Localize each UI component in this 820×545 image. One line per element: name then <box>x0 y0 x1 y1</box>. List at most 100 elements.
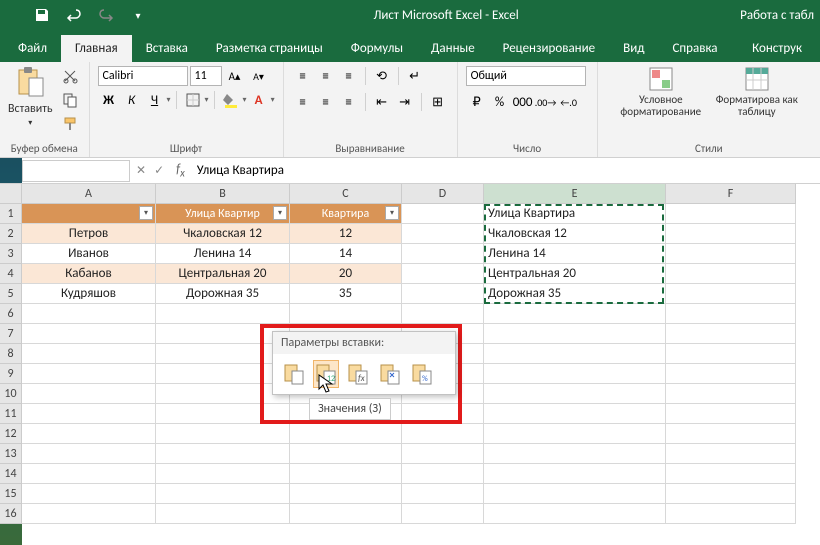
cell[interactable]: Квартира▾ <box>290 204 402 224</box>
borders-icon[interactable] <box>182 90 204 110</box>
cell[interactable] <box>290 504 402 524</box>
comma-style-icon[interactable]: 000 <box>512 92 534 112</box>
font-size-select[interactable] <box>190 66 222 86</box>
paste-all-icon[interactable] <box>281 360 307 388</box>
increase-decimal-icon[interactable]: .00→ <box>535 92 557 112</box>
cell[interactable] <box>156 404 290 424</box>
column-header[interactable]: E <box>484 184 666 204</box>
cell[interactable] <box>156 364 290 384</box>
tab-view[interactable]: Вид <box>609 35 658 62</box>
tab-insert[interactable]: Вставка <box>132 35 202 62</box>
column-header[interactable]: A <box>22 184 156 204</box>
cell[interactable] <box>402 484 484 504</box>
cell[interactable] <box>156 424 290 444</box>
font-name-select[interactable] <box>98 66 188 86</box>
row-header[interactable]: 1 <box>0 204 22 224</box>
cell[interactable] <box>290 444 402 464</box>
row-header[interactable]: 10 <box>0 384 22 404</box>
column-header[interactable]: C <box>290 184 402 204</box>
tab-review[interactable]: Рецензирование <box>489 35 609 62</box>
cell[interactable] <box>402 304 484 324</box>
cancel-formula-icon[interactable]: ✕ <box>136 163 146 178</box>
cell[interactable]: Кабанов <box>22 264 156 284</box>
cell[interactable] <box>484 324 666 344</box>
cell[interactable] <box>156 444 290 464</box>
decrease-decimal-icon[interactable]: ←.0 <box>558 92 580 112</box>
cell[interactable] <box>22 344 156 364</box>
cell[interactable] <box>666 484 796 504</box>
format-painter-icon[interactable] <box>59 114 81 134</box>
row-header[interactable]: 4 <box>0 264 22 284</box>
cell[interactable] <box>666 264 796 284</box>
cell[interactable] <box>484 404 666 424</box>
cell[interactable]: Улица Квартир▾ <box>156 204 290 224</box>
row-header[interactable]: 13 <box>0 444 22 464</box>
row-header[interactable]: 11 <box>0 404 22 424</box>
cell[interactable] <box>484 364 666 384</box>
undo-icon[interactable] <box>60 3 88 27</box>
merge-cells-icon[interactable]: ⊞ <box>427 92 449 112</box>
redo-icon[interactable] <box>92 3 120 27</box>
percent-icon[interactable]: % <box>489 92 511 112</box>
cell[interactable] <box>666 204 796 224</box>
tab-design[interactable]: Конструк <box>738 35 816 62</box>
tab-data[interactable]: Данные <box>417 35 489 62</box>
cell[interactable]: 20 <box>290 264 402 284</box>
cell[interactable] <box>666 424 796 444</box>
paste-transpose-icon[interactable] <box>377 360 403 388</box>
cell[interactable] <box>666 444 796 464</box>
tab-formulas[interactable]: Формулы <box>337 35 417 62</box>
cell[interactable]: 12 <box>290 224 402 244</box>
wrap-text-icon[interactable]: ↵ <box>404 66 426 86</box>
accept-formula-icon[interactable]: ✓ <box>154 163 164 178</box>
cell[interactable]: 14 <box>290 244 402 264</box>
align-left-icon[interactable]: ≡ <box>292 92 314 112</box>
cell[interactable] <box>666 464 796 484</box>
cell[interactable] <box>666 504 796 524</box>
cell[interactable] <box>22 464 156 484</box>
decrease-font-icon[interactable]: A▾ <box>248 66 270 86</box>
cell[interactable] <box>22 304 156 324</box>
cell[interactable] <box>666 404 796 424</box>
filter-dropdown-icon[interactable]: ▾ <box>139 206 153 220</box>
save-icon[interactable] <box>28 3 56 27</box>
cell[interactable] <box>666 324 796 344</box>
cell[interactable] <box>666 364 796 384</box>
cell[interactable] <box>156 484 290 504</box>
cell[interactable] <box>484 344 666 364</box>
cell[interactable] <box>666 304 796 324</box>
cell[interactable] <box>484 484 666 504</box>
cell[interactable]: Кудряшов <box>22 284 156 304</box>
row-header[interactable]: 2 <box>0 224 22 244</box>
cell[interactable] <box>22 384 156 404</box>
cell[interactable]: 35 <box>290 284 402 304</box>
currency-icon[interactable]: ₽ <box>466 92 488 112</box>
cell[interactable] <box>402 204 484 224</box>
paste-formulas-icon[interactable]: fx <box>345 360 371 388</box>
orientation-icon[interactable]: ⟲ <box>371 66 393 86</box>
column-header[interactable]: D <box>402 184 484 204</box>
cell[interactable] <box>484 304 666 324</box>
cell[interactable]: Ленина 14 <box>484 244 666 264</box>
cell[interactable] <box>22 364 156 384</box>
cell[interactable] <box>22 444 156 464</box>
cell[interactable]: Чкаловская 12 <box>156 224 290 244</box>
cell[interactable]: Улица Квартира <box>484 204 666 224</box>
cell[interactable] <box>666 284 796 304</box>
cell[interactable] <box>484 384 666 404</box>
tab-help[interactable]: Справка <box>658 35 731 62</box>
cell[interactable] <box>290 464 402 484</box>
cell[interactable] <box>666 344 796 364</box>
cell[interactable] <box>484 464 666 484</box>
italic-button[interactable]: К <box>121 90 143 110</box>
copy-icon[interactable] <box>59 90 81 110</box>
cell[interactable]: Ленина 14 <box>156 244 290 264</box>
paste-formatting-icon[interactable]: % <box>409 360 435 388</box>
cell[interactable]: Дорожная 35 <box>156 284 290 304</box>
cell[interactable] <box>290 424 402 444</box>
cell[interactable]: Центральная 20 <box>484 264 666 284</box>
cell[interactable] <box>156 304 290 324</box>
cell[interactable] <box>402 284 484 304</box>
row-header[interactable]: 15 <box>0 484 22 504</box>
cell[interactable] <box>22 504 156 524</box>
